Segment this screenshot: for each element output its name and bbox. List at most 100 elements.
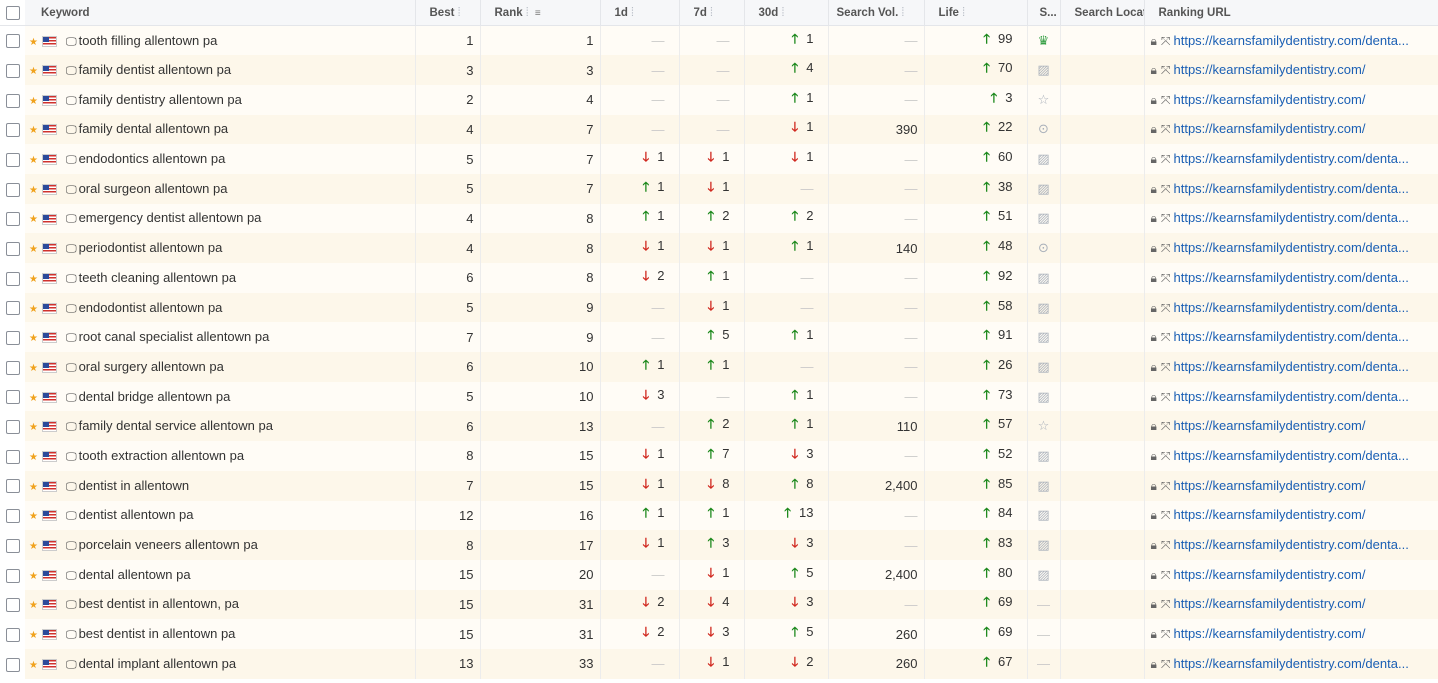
keyword-cell[interactable]: ★ 🖵 dental bridge allentown pa xyxy=(25,381,416,412)
lock-icon[interactable]: 🔒︎ xyxy=(1151,508,1157,522)
expand-icon[interactable]: ⤧ xyxy=(1161,63,1171,77)
column-header-1d[interactable]: 1d ⁞ xyxy=(600,0,680,26)
keyword-text[interactable]: root canal specialist allentown pa xyxy=(79,329,270,344)
star-icon[interactable]: ★ xyxy=(29,571,38,582)
serp-feature-cell[interactable]: ☆ xyxy=(1027,84,1061,115)
keyword-cell[interactable]: ★ 🖵 dentist allentown pa xyxy=(25,500,416,531)
sort-ascending-icon[interactable]: ≡ xyxy=(535,8,541,19)
expand-icon[interactable]: ⤧ xyxy=(1161,508,1171,522)
row-checkbox[interactable] xyxy=(5,271,20,286)
image-icon[interactable]: ▨ xyxy=(1037,389,1049,404)
image-icon[interactable]: ▨ xyxy=(1037,537,1049,552)
lock-icon[interactable]: 🔒︎ xyxy=(1151,63,1157,77)
lock-icon[interactable]: 🔒︎ xyxy=(1151,449,1157,463)
keyword-cell[interactable]: ★ 🖵 oral surgeon allentown pa xyxy=(25,173,416,204)
row-checkbox[interactable] xyxy=(5,598,20,613)
row-checkbox[interactable] xyxy=(5,360,20,375)
lock-icon[interactable]: 🔒︎ xyxy=(1151,211,1157,225)
row-checkbox[interactable] xyxy=(5,331,20,345)
serp-feature-cell[interactable]: ▨ xyxy=(1027,55,1061,85)
row-checkbox[interactable] xyxy=(5,657,20,672)
row-checkbox[interactable] xyxy=(5,212,20,227)
keyword-cell[interactable]: ★ 🖵 endodontist allentown pa xyxy=(25,292,416,323)
ranking-url-cell[interactable]: 🔒︎ ⤧ https://kearnsfamilydentistry.com/den… xyxy=(1144,25,1438,56)
row-checkbox[interactable] xyxy=(5,301,20,316)
keyword-text[interactable]: endodontist allentown pa xyxy=(79,300,223,315)
row-checkbox-cell[interactable] xyxy=(0,619,25,649)
lock-icon[interactable]: 🔒︎ xyxy=(1151,360,1157,374)
serp-feature-cell[interactable]: ▨ xyxy=(1027,173,1061,204)
image-icon[interactable]: ▨ xyxy=(1037,62,1049,77)
resize-handle-icon[interactable]: ⁞ xyxy=(962,7,965,19)
image-icon[interactable]: ▨ xyxy=(1037,478,1049,493)
star-icon[interactable]: ★ xyxy=(29,185,38,196)
image-icon[interactable]: ▨ xyxy=(1037,151,1049,166)
ranking-url-link[interactable]: https://kearnsfamilydentistry.com/ xyxy=(1174,626,1366,641)
image-icon[interactable]: ▨ xyxy=(1037,507,1049,522)
row-checkbox-cell[interactable] xyxy=(0,500,25,531)
select-all-checkbox-cell[interactable] xyxy=(0,0,25,26)
star-outline-icon[interactable]: ☆ xyxy=(1038,92,1050,107)
keyword-cell[interactable]: ★ 🖵 best dentist in allentown pa xyxy=(25,619,416,649)
keyword-cell[interactable]: ★ 🖵 emergency dentist allentown pa xyxy=(25,203,416,234)
image-icon[interactable]: ▨ xyxy=(1037,329,1049,344)
expand-icon[interactable]: ⤧ xyxy=(1161,627,1171,641)
lock-icon[interactable]: 🔒︎ xyxy=(1151,627,1157,641)
keyword-text[interactable]: dentist allentown pa xyxy=(79,507,194,522)
ranking-url-link[interactable]: https://kearnsfamilydentistry.com/denta.… xyxy=(1174,448,1409,463)
ranking-url-link[interactable]: https://kearnsfamilydentistry.com/denta.… xyxy=(1174,151,1409,166)
star-icon[interactable]: ★ xyxy=(29,600,38,611)
row-checkbox[interactable] xyxy=(5,182,20,197)
star-icon[interactable]: ★ xyxy=(29,66,38,77)
serp-feature-cell[interactable]: — xyxy=(1027,589,1061,620)
ranking-url-link[interactable]: https://kearnsfamilydentistry.com/ xyxy=(1174,507,1366,522)
table-row[interactable]: ★ 🖵 family dental service allentown pa 6 13 —… xyxy=(0,411,1438,442)
image-icon[interactable]: ▨ xyxy=(1037,448,1049,463)
image-icon[interactable]: ▨ xyxy=(1037,210,1049,225)
star-icon[interactable]: ★ xyxy=(29,244,38,255)
keyword-text[interactable]: family dentist allentown pa xyxy=(79,62,231,77)
keyword-cell[interactable]: ★ 🖵 family dental allentown pa xyxy=(25,114,416,145)
table-row[interactable]: ★ 🖵 best dentist in allentown pa 15 31 🡓 2 🡓 3 🡑 5… xyxy=(0,619,1438,649)
lock-icon[interactable]: 🔒︎ xyxy=(1151,301,1157,315)
location-pin-icon[interactable]: ⊙ xyxy=(1038,121,1049,136)
keyword-text[interactable]: family dentistry allentown pa xyxy=(79,92,242,107)
serp-feature-cell[interactable]: ▨ xyxy=(1027,263,1061,293)
location-pin-icon[interactable]: ⊙ xyxy=(1038,240,1049,255)
column-header-search-location[interactable]: Search Locati xyxy=(1060,0,1145,26)
row-checkbox[interactable] xyxy=(5,390,20,405)
row-checkbox-cell[interactable] xyxy=(0,233,25,263)
star-icon[interactable]: ★ xyxy=(29,393,38,404)
lock-icon[interactable]: 🔒︎ xyxy=(1151,568,1157,582)
serp-feature-cell[interactable]: ▨ xyxy=(1027,530,1061,560)
row-checkbox[interactable] xyxy=(5,63,20,78)
row-checkbox-cell[interactable] xyxy=(0,203,25,234)
ranking-url-link[interactable]: https://kearnsfamilydentistry.com/ xyxy=(1174,92,1366,107)
keyword-cell[interactable]: ★ 🖵 root canal specialist allentown pa xyxy=(25,322,416,353)
column-header-ranking-url[interactable]: Ranking URL xyxy=(1144,0,1438,26)
star-icon[interactable]: ★ xyxy=(29,274,38,285)
table-row[interactable]: ★ 🖵 tooth filling allentown pa 1 1— — 🡑 1— 🡑 99 ♛ 🔒… xyxy=(0,25,1438,56)
lock-icon[interactable]: 🔒︎ xyxy=(1151,182,1157,196)
expand-icon[interactable]: ⤧ xyxy=(1161,449,1171,463)
keyword-text[interactable]: family dental allentown pa xyxy=(79,121,229,136)
keyword-cell[interactable]: ★ 🖵 endodontics allentown pa xyxy=(25,144,416,174)
keyword-cell[interactable]: ★ 🖵 porcelain veneers allentown pa xyxy=(25,530,416,560)
keyword-text[interactable]: teeth cleaning allentown pa xyxy=(79,270,237,285)
star-icon[interactable]: ★ xyxy=(29,452,38,463)
ranking-url-link[interactable]: https://kearnsfamilydentistry.com/ xyxy=(1174,567,1366,582)
row-checkbox-cell[interactable] xyxy=(0,589,25,620)
ranking-url-cell[interactable]: 🔒︎ ⤧ https://kearnsfamilydentistry.com/ xyxy=(1144,55,1438,85)
expand-icon[interactable]: ⤧ xyxy=(1161,538,1171,552)
expand-icon[interactable]: ⤧ xyxy=(1161,301,1171,315)
keyword-cell[interactable]: ★ 🖵 tooth extraction allentown pa xyxy=(25,441,416,471)
keyword-text[interactable]: tooth filling allentown pa xyxy=(79,33,218,48)
keyword-text[interactable]: oral surgery allentown pa xyxy=(79,359,224,374)
star-outline-icon[interactable]: ☆ xyxy=(1038,418,1050,433)
star-icon[interactable]: ★ xyxy=(29,304,38,315)
ranking-url-link[interactable]: https://kearnsfamilydentistry.com/denta.… xyxy=(1174,210,1409,225)
keyword-text[interactable]: best dentist in allentown pa xyxy=(79,626,236,641)
row-checkbox-cell[interactable] xyxy=(0,648,25,679)
image-icon[interactable]: ▨ xyxy=(1037,300,1049,315)
star-icon[interactable]: ★ xyxy=(29,214,38,225)
